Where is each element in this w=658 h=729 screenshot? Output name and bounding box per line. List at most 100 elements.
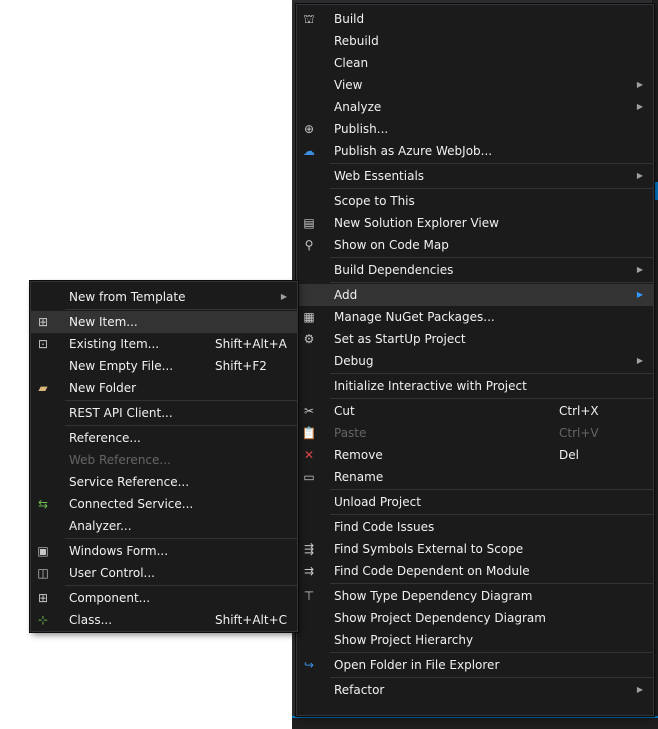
paste-icon: 📋 [301,426,317,440]
submenu-arrow-icon: ▶ [636,171,643,180]
menu-item-label: Web Essentials [334,169,425,183]
windows-form-icon: ▣ [37,544,49,558]
menu-separator [330,489,653,490]
menu-item-debug[interactable]: Debug ▶ [297,350,653,372]
menu-item-label: Publish as Azure WebJob... [334,144,493,158]
menu-item-unload-project[interactable]: Unload Project [297,491,653,513]
rename-icon: ▭ [303,470,315,484]
component-icon: ⊞ [37,591,49,605]
menu-item-scope-to-this[interactable]: Scope to This [297,190,653,212]
menu-separator [330,398,653,399]
menu-item-remove[interactable]: ✕ Remove Del [297,444,653,466]
azure-cloud-icon: ☁ [303,144,315,158]
menu-item-build[interactable]: ⛫ Build [297,8,653,30]
add-submenu-item-user-control[interactable]: ◫ User Control... [31,562,297,584]
menu-item-publish[interactable]: ⊕ Publish... [297,118,653,140]
menu-item-find-code-issues[interactable]: Find Code Issues [297,516,653,538]
menu-item-label: Publish... [334,122,389,136]
add-submenu-item-service-reference[interactable]: Service Reference... [31,471,297,493]
add-submenu-item-component[interactable]: ⊞ Component... [31,587,297,609]
add-submenu-item-reference[interactable]: Reference... [31,427,297,449]
menu-item-find-code-dependent-on-module[interactable]: ⇉ Find Code Dependent on Module [297,560,653,582]
menu-item-rename[interactable]: ▭ Rename [297,466,653,488]
user-control-icon: ◫ [37,566,49,580]
publish-icon: ⊕ [303,122,315,136]
menu-separator [330,257,653,258]
menu-item-label: Service Reference... [69,475,190,489]
menu-item-label: Set as StartUp Project [334,332,466,346]
add-submenu-item-windows-form[interactable]: ▣ Windows Form... [31,540,297,562]
menu-item-analyze[interactable]: Analyze ▶ [297,96,653,118]
submenu-arrow-icon: ▶ [636,356,643,365]
shortcut-text: Shift+Alt+A [215,337,287,351]
menu-item-label: Show Project Dependency Diagram [334,611,546,625]
open-folder-icon: ↪ [303,658,315,672]
submenu-arrow-icon: ▶ [636,685,643,694]
menu-item-build-dependencies[interactable]: Build Dependencies ▶ [297,259,653,281]
menu-item-label: Connected Service... [69,497,194,511]
menu-item-label: New Empty File... [69,359,174,373]
menu-item-web-essentials[interactable]: Web Essentials ▶ [297,165,653,187]
menu-item-publish-as-azure-webjob[interactable]: ☁ Publish as Azure WebJob... [297,140,653,162]
menu-item-initialize-interactive-with-project[interactable]: Initialize Interactive with Project [297,375,653,397]
menu-item-label: REST API Client... [69,406,173,420]
menu-separator [330,583,653,584]
shortcut-text: Ctrl+V [559,426,599,440]
add-submenu-item-existing-item[interactable]: ⊡ Existing Item... Shift+Alt+A [31,333,297,355]
menu-item-label: Show on Code Map [334,238,449,252]
menu-separator [65,309,297,310]
menu-item-find-symbols-external-to-scope[interactable]: ⇶ Find Symbols External to Scope [297,538,653,560]
menu-item-clean[interactable]: Clean [297,52,653,74]
code-map-icon: ⚲ [304,238,314,252]
add-submenu-item-connected-service[interactable]: ⇆ Connected Service... [31,493,297,515]
menu-item-label: Build Dependencies [334,263,454,277]
menu-item-label: Initialize Interactive with Project [334,379,527,393]
add-submenu-item-new-empty-file[interactable]: New Empty File... Shift+F2 [31,355,297,377]
menu-separator [330,282,653,283]
menu-item-label: Class... [69,613,113,627]
menu-item-manage-nuget-packages[interactable]: ▦ Manage NuGet Packages... [297,306,653,328]
solution-explorer-icon: ▤ [303,216,315,230]
menu-item-show-type-dependency-diagram[interactable]: ⊤ Show Type Dependency Diagram [297,585,653,607]
connected-service-icon: ⇆ [37,497,49,511]
menu-item-show-on-code-map[interactable]: ⚲ Show on Code Map [297,234,653,256]
shortcut-text: Shift+F2 [215,359,267,373]
submenu-arrow-icon: ▶ [636,80,643,89]
shortcut-text: Ctrl+X [559,404,599,418]
add-submenu-item-analyzer[interactable]: Analyzer... [31,515,297,537]
add-submenu-item-web-reference: Web Reference... [31,449,297,471]
remove-icon: ✕ [303,448,315,462]
menu-item-refactor[interactable]: Refactor ▶ [297,679,653,701]
menu-item-label: Reference... [69,431,141,445]
menu-item-view[interactable]: View ▶ [297,74,653,96]
menu-item-label: Rename [334,470,384,484]
add-submenu-item-class[interactable]: ⊹ Class... Shift+Alt+C [31,609,297,631]
menu-item-label: User Control... [69,566,155,580]
menu-item-label: View [334,78,363,92]
menu-item-label: New Folder [69,381,137,395]
menu-separator [65,425,297,426]
menu-item-rebuild[interactable]: Rebuild [297,30,653,52]
menu-item-cut[interactable]: ✂ Cut Ctrl+X [297,400,653,422]
menu-item-open-folder-in-file-explorer[interactable]: ↪ Open Folder in File Explorer [297,654,653,676]
menu-item-add[interactable]: Add ▶ [297,284,653,306]
menu-separator [65,400,297,401]
menu-item-label: Windows Form... [69,544,169,558]
menu-item-show-project-hierarchy[interactable]: Show Project Hierarchy [297,629,653,651]
menu-separator [330,188,653,189]
menu-item-show-project-dependency-diagram[interactable]: Show Project Dependency Diagram [297,607,653,629]
add-submenu-item-new-item[interactable]: ⊞ New Item... [31,311,297,333]
menu-item-label: Component... [69,591,151,605]
new-folder-icon: ▰ [38,381,48,395]
menu-item-label: Scope to This [334,194,415,208]
add-submenu-item-new-from-template[interactable]: New from Template ▶ [31,286,297,308]
menu-item-label: Rebuild [334,34,379,48]
menu-item-new-solution-explorer-view[interactable]: ▤ New Solution Explorer View [297,212,653,234]
submenu-arrow-icon: ▶ [636,290,643,299]
add-submenu-item-new-folder[interactable]: ▰ New Folder [31,377,297,399]
add-submenu-item-rest-api-client[interactable]: REST API Client... [31,402,297,424]
shortcut-text: Shift+Alt+C [215,613,288,627]
find-dependent-icon: ⇉ [303,564,315,578]
menu-item-set-as-startup-project[interactable]: ⚙ Set as StartUp Project [297,328,653,350]
new-item-icon: ⊞ [37,315,49,329]
